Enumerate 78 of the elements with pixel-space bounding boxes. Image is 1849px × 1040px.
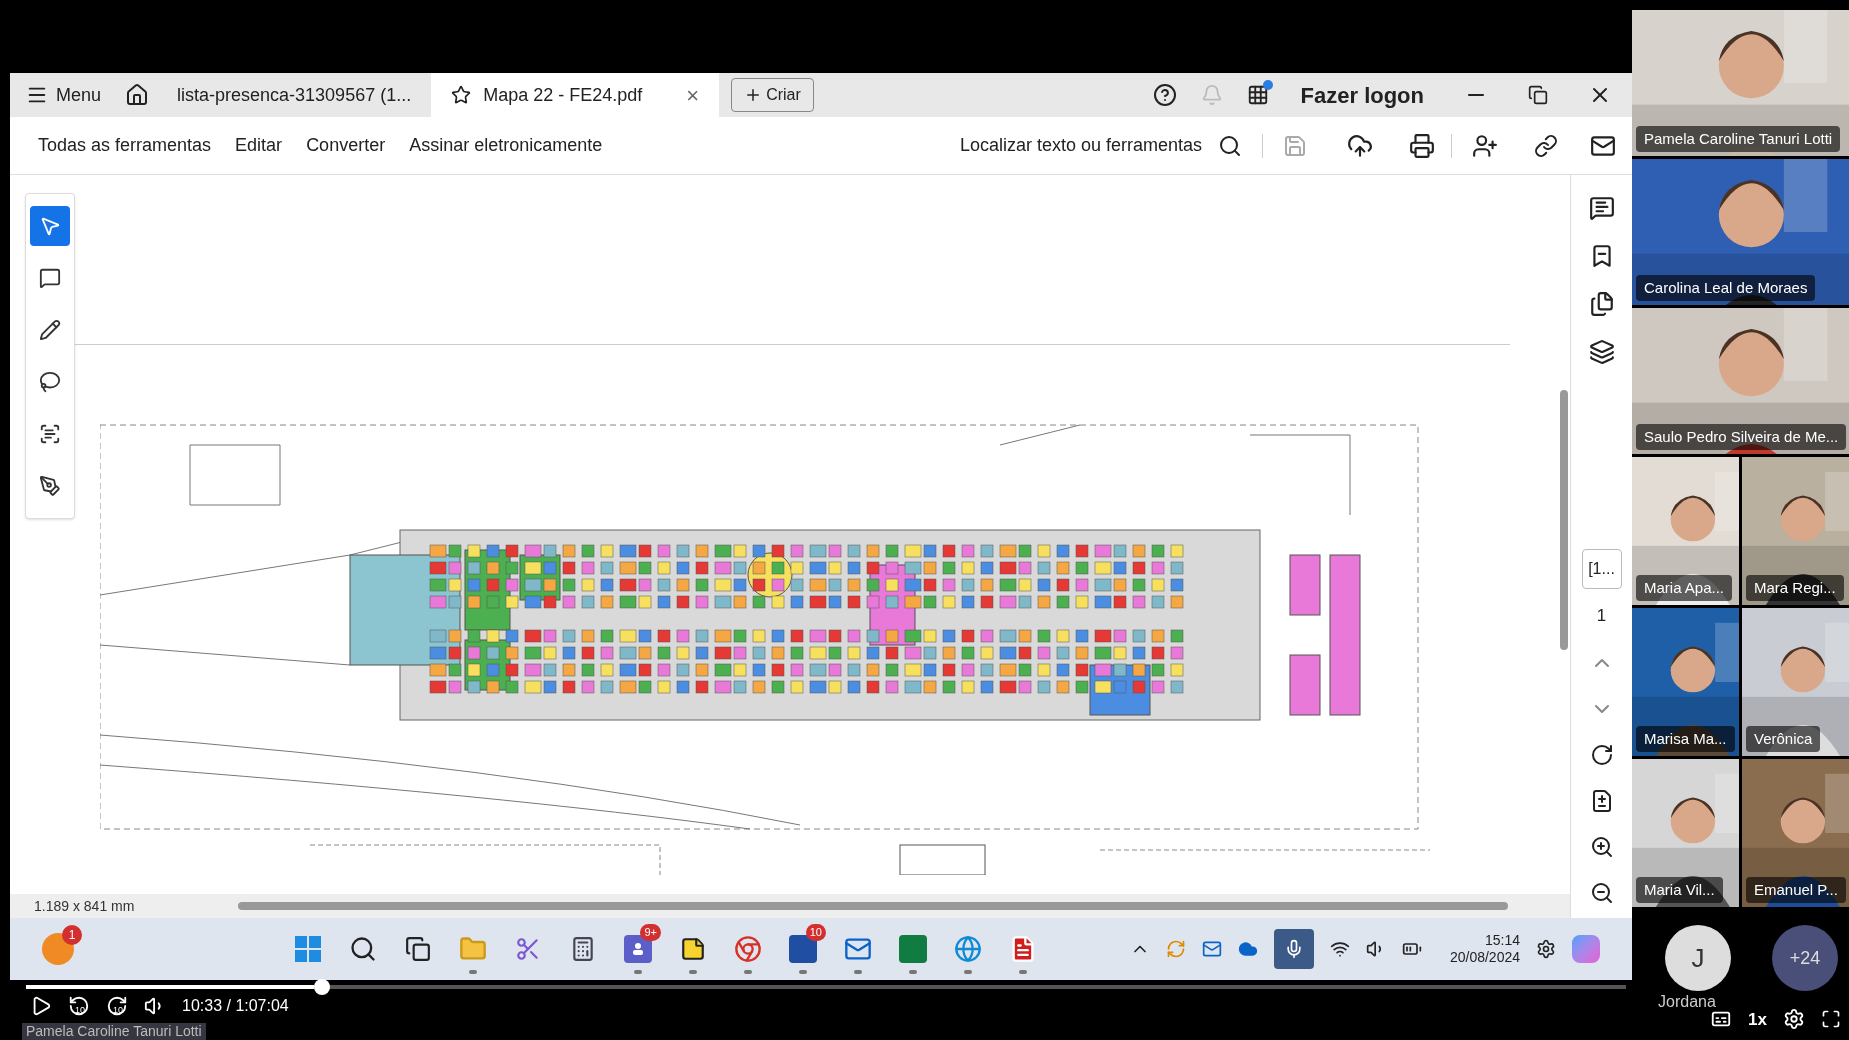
menu-button[interactable]: Menu [10,73,118,117]
toolbar-menu-item[interactable]: Editar [223,132,295,159]
running-indicator [744,970,752,974]
progress-thumb[interactable] [314,979,330,995]
focus-icon[interactable] [1536,939,1556,959]
share-user-icon[interactable] [1472,132,1498,159]
participant-name: Emanuel P... [1746,876,1846,903]
sticky-note-icon[interactable] [680,936,706,962]
clock-date: 20/08/2024 [1449,949,1520,967]
toolbar-menu-item[interactable]: Todas as ferramentas [26,132,224,159]
more-participants-button[interactable]: +24 [1772,925,1838,991]
rotate-icon[interactable] [1589,742,1614,767]
playback-time: 10:33 / 1:07:04 [182,996,289,1016]
create-button[interactable]: Criar [731,78,814,112]
participant-avatar: J [1665,925,1731,991]
zoom-out-icon[interactable] [1589,880,1614,905]
running-indicator [799,970,807,974]
pointer-icon[interactable] [30,206,70,246]
search-label[interactable]: Localizar texto ou ferramentas [959,132,1202,159]
participant-name: Carolina Leal de Moraes [1636,274,1816,301]
horizontal-scrollbar[interactable] [238,902,1509,910]
page-size-label: 1.189 x 841 mm [33,896,136,916]
running-indicator [469,970,477,974]
fullscreen-icon[interactable] [1821,1009,1841,1030]
running-indicator [689,970,697,974]
calculator-icon[interactable] [570,936,596,962]
running-indicator [854,970,862,974]
link-icon[interactable] [1534,133,1558,158]
teams-app-icon[interactable] [624,935,652,963]
help-icon[interactable] [1152,83,1177,107]
settings-icon[interactable] [1783,1008,1805,1031]
zoom-in-icon[interactable] [1589,834,1614,859]
windows-logo-icon[interactable] [295,936,321,962]
running-indicator [909,970,917,974]
scissors-icon[interactable] [515,936,541,962]
tab-label: Mapa 22 - FE24.pdf [483,83,643,107]
tab-label: lista-presenca-31309567 (1... [177,83,412,107]
presenter-label: Pamela Caroline Tanuri Lotti [22,1023,206,1040]
microphone-button[interactable] [1273,929,1314,969]
browser-icon[interactable] [734,935,762,963]
participant-name: Saulo Pedro Silveira de Me... [1636,423,1847,450]
participant-name: Verônica [1746,725,1821,752]
participant-name: Mara Regi... [1746,574,1844,601]
pages-icon[interactable] [1588,291,1615,317]
browser-icon[interactable] [954,935,982,963]
running-indicator [634,970,642,974]
cloud-icon[interactable] [1237,939,1258,959]
restore-icon[interactable] [1528,85,1548,105]
app-badge: 10 [805,924,826,941]
page-field[interactable]: [1... [1581,549,1622,589]
comment-icon[interactable] [1588,195,1615,221]
toolbar-menu-item[interactable]: Assinar eletronicamente [397,132,615,159]
search-icon[interactable] [349,935,377,963]
speed-button[interactable]: 1x [1748,1006,1767,1032]
sign-in-button[interactable]: Fazer logon [1300,78,1424,112]
layers-icon[interactable] [1588,339,1615,365]
clock-time: 15:14 [1484,931,1520,949]
participant-name: Pamela Caroline Tanuri Lotti [1636,125,1841,152]
participant-name: Maria Apa... [1636,574,1733,601]
participant-name: Jordana [1658,992,1716,1012]
close-tab-button[interactable]: × [686,78,700,112]
home-icon[interactable] [125,83,150,107]
notification-badge: 1 [62,925,82,945]
vertical-scrollbar[interactable] [1560,390,1568,650]
running-indicator [1019,970,1027,974]
wifi-icon[interactable] [1329,939,1350,959]
participant-name: Marisa Ma... [1636,725,1735,752]
task-view-icon[interactable] [405,936,431,962]
document-tab[interactable]: Mapa 22 - FE24.pdf × [431,73,720,117]
app-badge: 9+ [640,924,661,941]
printer-icon[interactable] [1409,132,1435,159]
upload-icon[interactable] [1347,132,1373,159]
toolbar-menu-item[interactable]: Converter [294,132,398,159]
participant-name: Maria Vil... [1636,876,1723,903]
search-icon[interactable] [1218,133,1242,158]
star-icon[interactable] [451,85,472,105]
page-number: 1 [1596,605,1607,627]
running-indicator [964,970,972,974]
